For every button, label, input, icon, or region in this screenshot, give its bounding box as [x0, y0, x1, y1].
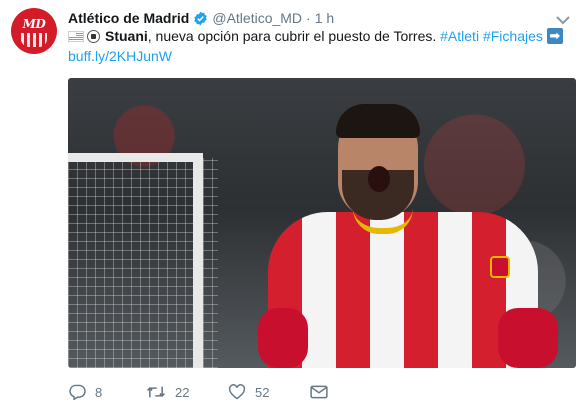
player-right-arm: [498, 308, 558, 368]
handle[interactable]: @Atletico_MD: [212, 10, 302, 26]
player-name: Stuani: [105, 28, 148, 44]
direct-message-button[interactable]: [310, 385, 328, 399]
like-button[interactable]: 52: [228, 384, 269, 400]
hashtag-atleti[interactable]: #Atleti: [440, 26, 479, 46]
timestamp[interactable]: 1 h: [315, 10, 334, 26]
reply-count: 8: [95, 384, 103, 400]
tweet-body-text: , nueva opción para cubrir el puesto de …: [147, 28, 441, 44]
hashtag-fichajes[interactable]: #Fichajes: [483, 26, 543, 46]
player-crest: [490, 256, 510, 278]
retweet-count: 22: [175, 384, 190, 400]
tweet[interactable]: MD Atlético de Madrid @Atletico_MD · 1 h…: [0, 0, 585, 411]
right-arrow-icon: ➡: [546, 28, 563, 44]
tweet-text: Stuani , nueva opción para cubrir el pue…: [68, 26, 578, 66]
photo-goal-crossbar: [68, 153, 203, 162]
retweet-button[interactable]: 22: [146, 384, 189, 400]
player-hair: [336, 104, 420, 138]
tweet-photo[interactable]: [68, 78, 576, 368]
uruguay-flag-icon: [68, 30, 84, 42]
photo-goal-post: [193, 153, 203, 368]
envelope-icon: [310, 385, 328, 399]
photo-player: [258, 104, 558, 368]
player-mouth: [368, 166, 390, 192]
retweet-icon: [146, 384, 166, 400]
heart-icon: [228, 384, 246, 400]
tweet-header: Atlético de Madrid @Atletico_MD · 1 h: [68, 8, 334, 28]
like-count: 52: [255, 384, 270, 400]
reply-icon: [68, 384, 86, 400]
avatar-logo-stripes: [21, 33, 47, 47]
display-name[interactable]: Atlético de Madrid: [68, 10, 189, 26]
reply-button[interactable]: 8: [68, 384, 102, 400]
separator-dot: ·: [306, 10, 311, 26]
soccer-ball-icon: [87, 29, 100, 43]
avatar[interactable]: MD: [11, 8, 57, 54]
tweet-link[interactable]: buff.ly/2KHJunW: [68, 46, 578, 66]
chevron-down-icon[interactable]: [556, 12, 570, 25]
avatar-logo-text: MD: [22, 17, 46, 31]
verified-badge-icon: [193, 11, 208, 26]
player-left-arm: [258, 308, 308, 368]
